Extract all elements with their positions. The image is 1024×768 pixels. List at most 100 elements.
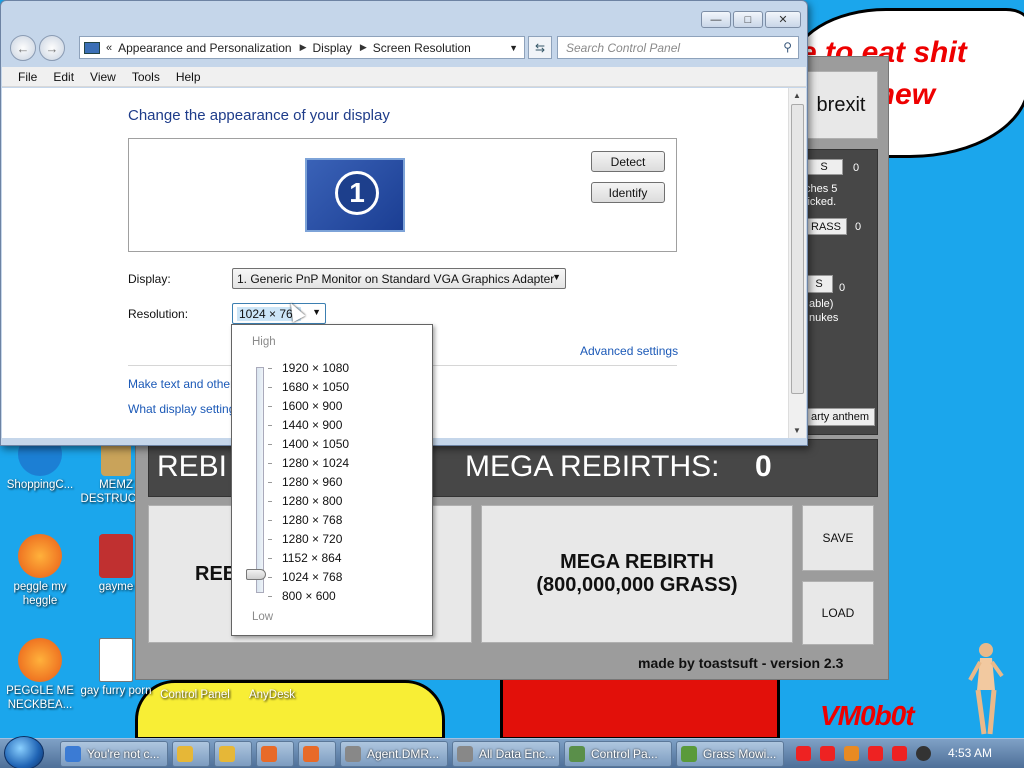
menu-file[interactable]: File xyxy=(18,70,37,84)
resolution-option[interactable]: 1440 × 900 xyxy=(282,418,342,432)
mega-rebirth-button[interactable]: MEGA REBIRTH (800,000,000 GRASS) xyxy=(481,505,793,643)
resolution-option[interactable]: 1280 × 960 xyxy=(282,475,342,489)
identify-button[interactable]: Identify xyxy=(591,182,665,203)
document-icon xyxy=(99,638,133,682)
tray-icon-2[interactable] xyxy=(820,746,835,761)
taskbar-item-label: Control Pa... xyxy=(591,747,658,761)
address-dropdown-icon[interactable]: ▼ xyxy=(509,43,518,53)
upgrade-button-3[interactable]: S xyxy=(805,275,833,293)
display-label: Display: xyxy=(128,272,171,286)
display-select[interactable]: 1. Generic PnP Monitor on Standard VGA G… xyxy=(232,268,566,289)
resolution-option[interactable]: 1152 × 864 xyxy=(282,551,342,565)
address-bar[interactable]: « Appearance and Personalization ▶ Displ… xyxy=(79,36,525,59)
resolution-option[interactable]: 1280 × 1024 xyxy=(282,456,349,470)
tray-icon-3[interactable] xyxy=(844,746,859,761)
back-button[interactable]: ← xyxy=(10,35,36,61)
tray-icon-1[interactable] xyxy=(796,746,811,761)
taskbar-item-media[interactable] xyxy=(214,741,252,767)
breadcrumb-arrow-icon[interactable]: ▶ xyxy=(300,42,307,53)
search-placeholder: Search Control Panel xyxy=(566,40,681,55)
monitor-preview-box: 1 Detect Identify xyxy=(128,138,677,252)
page-title: Change the appearance of your display xyxy=(128,107,390,124)
resolution-option[interactable]: 1400 × 1050 xyxy=(282,437,349,451)
clock[interactable]: 4:53 AM xyxy=(948,746,992,760)
breadcrumb-screen-resolution[interactable]: Screen Resolution xyxy=(373,41,471,55)
resolution-option[interactable]: 1680 × 1050 xyxy=(282,380,349,394)
taskbar-item-label: You're not c... xyxy=(87,747,160,761)
save-button[interactable]: SAVE xyxy=(802,505,874,571)
resolution-option[interactable]: 1280 × 720 xyxy=(282,532,342,546)
menu-edit[interactable]: Edit xyxy=(53,70,74,84)
menu-help[interactable]: Help xyxy=(176,70,201,84)
display-settings-link[interactable]: What display setting xyxy=(128,402,235,416)
taskbar-item-control-panel[interactable]: Control Pa... xyxy=(564,741,672,767)
resolution-option[interactable]: 1280 × 800 xyxy=(282,494,342,508)
desktop-icon-peggle[interactable]: peggle my heggle xyxy=(0,534,80,608)
text-size-link[interactable]: Make text and other xyxy=(128,377,234,391)
scroll-up-icon[interactable]: ▲ xyxy=(793,91,801,100)
taskbar-item-agent[interactable]: Agent.DMR... xyxy=(340,741,448,767)
app-icon xyxy=(261,746,277,762)
taskbar-item-browser[interactable]: You're not c... xyxy=(60,741,168,767)
mega-rebirths-label: MEGA REBIRTHS: xyxy=(465,450,720,483)
start-button[interactable] xyxy=(4,736,44,768)
control-panel-icon xyxy=(569,746,585,762)
upgrade-desc-1b: licked. xyxy=(805,196,837,208)
resolution-slider-thumb[interactable] xyxy=(246,569,266,580)
tray-icon-5[interactable] xyxy=(892,746,907,761)
ie-icon xyxy=(65,746,81,762)
resolution-option[interactable]: 1920 × 1080 xyxy=(282,361,349,375)
detect-button[interactable]: Detect xyxy=(591,151,665,172)
breadcrumb-display[interactable]: Display xyxy=(313,41,352,55)
load-button[interactable]: LOAD xyxy=(802,581,874,645)
scroll-down-icon[interactable]: ▼ xyxy=(793,426,801,435)
breadcrumb-appearance[interactable]: Appearance and Personalization xyxy=(118,41,291,55)
resolution-option[interactable]: 1600 × 900 xyxy=(282,399,342,413)
desktop-icon-control-panel[interactable]: Control Panel xyxy=(155,688,235,702)
slider-tick xyxy=(268,406,272,407)
desktop-icon-anydesk[interactable]: AnyDesk xyxy=(232,688,312,702)
resolution-option[interactable]: 800 × 600 xyxy=(282,589,336,603)
forward-button[interactable]: → xyxy=(39,35,65,61)
resolution-slider-track[interactable] xyxy=(256,367,264,593)
vertical-scrollbar[interactable]: ▲ ▼ xyxy=(788,88,806,438)
resolution-option[interactable]: 1024 × 768 xyxy=(282,570,342,584)
low-label: Low xyxy=(252,611,274,623)
breadcrumb-overflow-icon[interactable]: « xyxy=(106,42,112,54)
close-button[interactable]: ✕ xyxy=(765,11,801,28)
slider-tick xyxy=(268,558,272,559)
monitor-1-icon[interactable]: 1 xyxy=(305,158,405,232)
taskbar-item-app1[interactable] xyxy=(256,741,294,767)
tray-icon-4[interactable] xyxy=(868,746,883,761)
resolution-select[interactable]: 1024 × 768 ▼ xyxy=(232,303,326,324)
taskbar-item-explorer[interactable] xyxy=(172,741,210,767)
minimize-button[interactable]: — xyxy=(701,11,731,28)
window-icon xyxy=(345,746,361,762)
upgrade-button-2[interactable]: RASS xyxy=(805,218,847,235)
search-icon[interactable]: ⚲ xyxy=(783,40,792,54)
mega-rebirths-value: 0 xyxy=(755,450,772,483)
volume-icon[interactable] xyxy=(916,746,931,761)
resolution-option[interactable]: 1280 × 768 xyxy=(282,513,342,527)
party-anthem-button[interactable]: arty anthem xyxy=(805,408,875,426)
dancer-image xyxy=(968,643,1004,735)
refresh-button[interactable]: ⇆ xyxy=(528,36,552,59)
upgrades-panel: S 0 ches 5 licked. RASS 0 S 0 able) nuke… xyxy=(804,149,878,435)
brexit-button[interactable]: brexit xyxy=(804,71,878,139)
taskbar: You're not c... Agent.DMR... All Data En… xyxy=(0,736,1024,768)
breadcrumb-arrow-icon[interactable]: ▶ xyxy=(360,42,367,53)
taskbar-item-data[interactable]: All Data Enc... xyxy=(452,741,560,767)
scroll-thumb[interactable] xyxy=(791,104,804,394)
search-input[interactable]: Search Control Panel ⚲ xyxy=(557,36,799,59)
desktop-icon-label: peggle my heggle xyxy=(13,581,67,607)
upgrade-count-1: 0 xyxy=(853,162,860,174)
taskbar-item-app2[interactable] xyxy=(298,741,336,767)
menu-tools[interactable]: Tools xyxy=(132,70,160,84)
menu-view[interactable]: View xyxy=(90,70,116,84)
maximize-button[interactable]: □ xyxy=(733,11,763,28)
upgrade-button-1[interactable]: S xyxy=(805,159,843,175)
taskbar-item-grass[interactable]: Grass Mowi... xyxy=(676,741,784,767)
desktop-icon-peggle-neckbeard[interactable]: PEGGLE ME NECKBEA... xyxy=(0,638,80,712)
advanced-settings-link[interactable]: Advanced settings xyxy=(580,344,678,358)
desktop-icon-label: ShoppingC... xyxy=(6,479,74,491)
